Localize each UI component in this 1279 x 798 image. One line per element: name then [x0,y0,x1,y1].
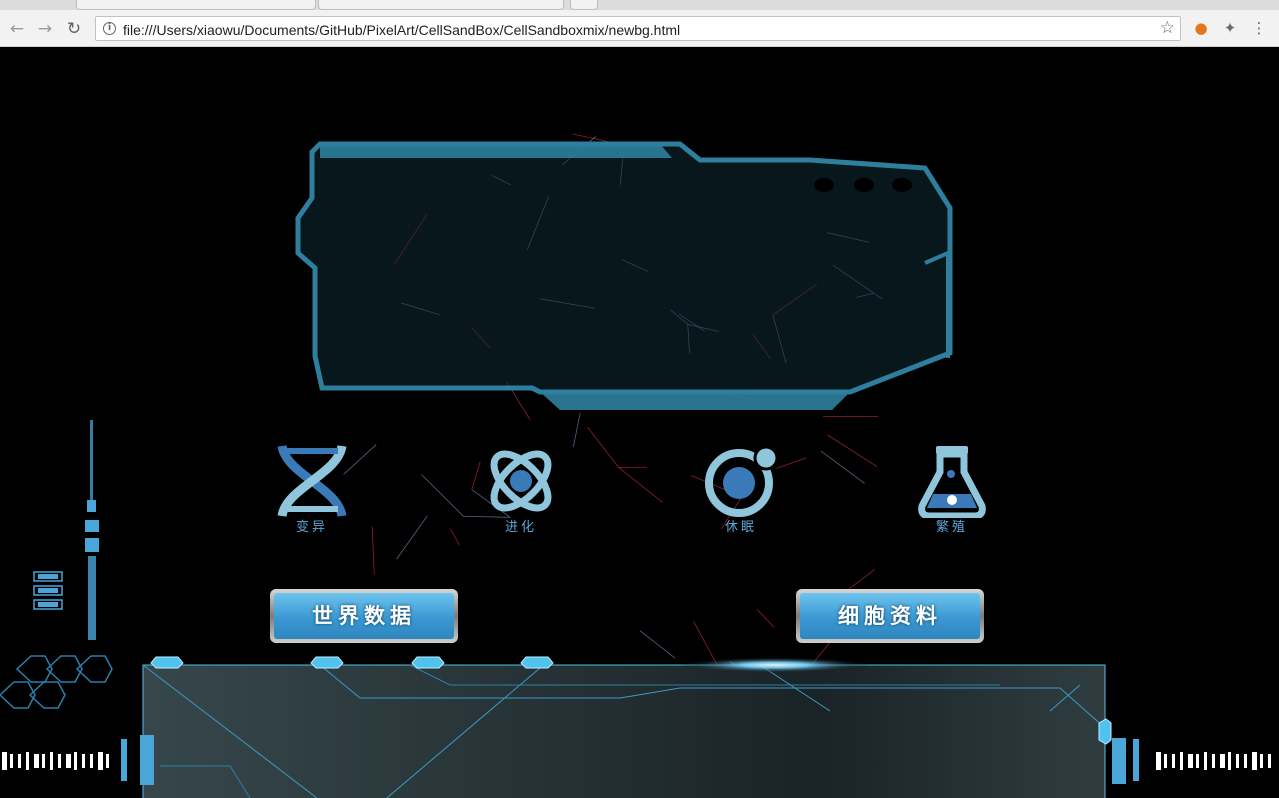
orb-icon [705,445,779,517]
skill-label-mutate: 变异 [295,520,328,535]
vertical-gauge [85,420,99,640]
skill-hibernate[interactable]: 休眠 [696,444,786,535]
browser-tab-1[interactable] [76,0,316,10]
flask-icon [918,446,986,518]
atom-icon [490,450,552,512]
address-bar[interactable]: i file:///Users/xiaowu/Documents/GitHub/… [95,16,1181,41]
display-panel [295,141,953,410]
forward-arrow-icon[interactable]: → [34,18,56,40]
indicator-dot-3 [892,178,912,192]
skill-reproduce[interactable]: 繁殖 [907,444,997,535]
skill-label-hibernate: 休眠 [724,520,757,535]
new-tab-button[interactable] [570,0,598,10]
game-background [0,133,1271,798]
kebab-menu-icon[interactable]: ⋮ [1250,19,1268,37]
info-icon[interactable]: i [103,22,116,35]
skill-evolve[interactable]: 进化 [476,444,566,535]
indicator-dot-2 [854,178,874,192]
cell-info-button-label: 细胞资料 [800,593,980,639]
back-arrow-icon[interactable]: ← [6,18,28,40]
reload-icon[interactable]: ↻ [63,18,85,40]
browser-toolbar: ← → ↻ i file:///Users/xiaowu/Documents/G… [0,10,1279,47]
tick-bar-left [2,752,109,770]
cell-info-button[interactable]: 细胞资料 [796,589,984,643]
skill-mutate[interactable]: 变异 [267,444,357,535]
game-canvas[interactable]: 变异 进化 休眠 繁殖 世界数据 细胞资料 [0,48,1279,798]
skill-label-evolve: 进化 [504,520,537,535]
world-data-button-label: 世界数据 [274,593,454,639]
star-icon[interactable]: ☆ [1160,18,1175,38]
dna-icon [277,444,347,518]
tick-bar-right [1156,752,1271,770]
hexagon-cluster [0,655,113,709]
fox-extension-icon[interactable]: ● [1192,19,1210,37]
battery-icon [33,571,63,610]
indicator-dot-1 [814,178,834,192]
url-text[interactable]: file:///Users/xiaowu/Documents/GitHub/Pi… [123,22,680,38]
floor-platform [142,656,1112,798]
sparkle-extension-icon[interactable]: ✦ [1221,19,1239,37]
tab-strip [0,0,1279,10]
browser-tab-2[interactable] [318,0,564,10]
skill-label-reproduce: 繁殖 [935,520,968,535]
world-data-button[interactable]: 世界数据 [270,589,458,643]
